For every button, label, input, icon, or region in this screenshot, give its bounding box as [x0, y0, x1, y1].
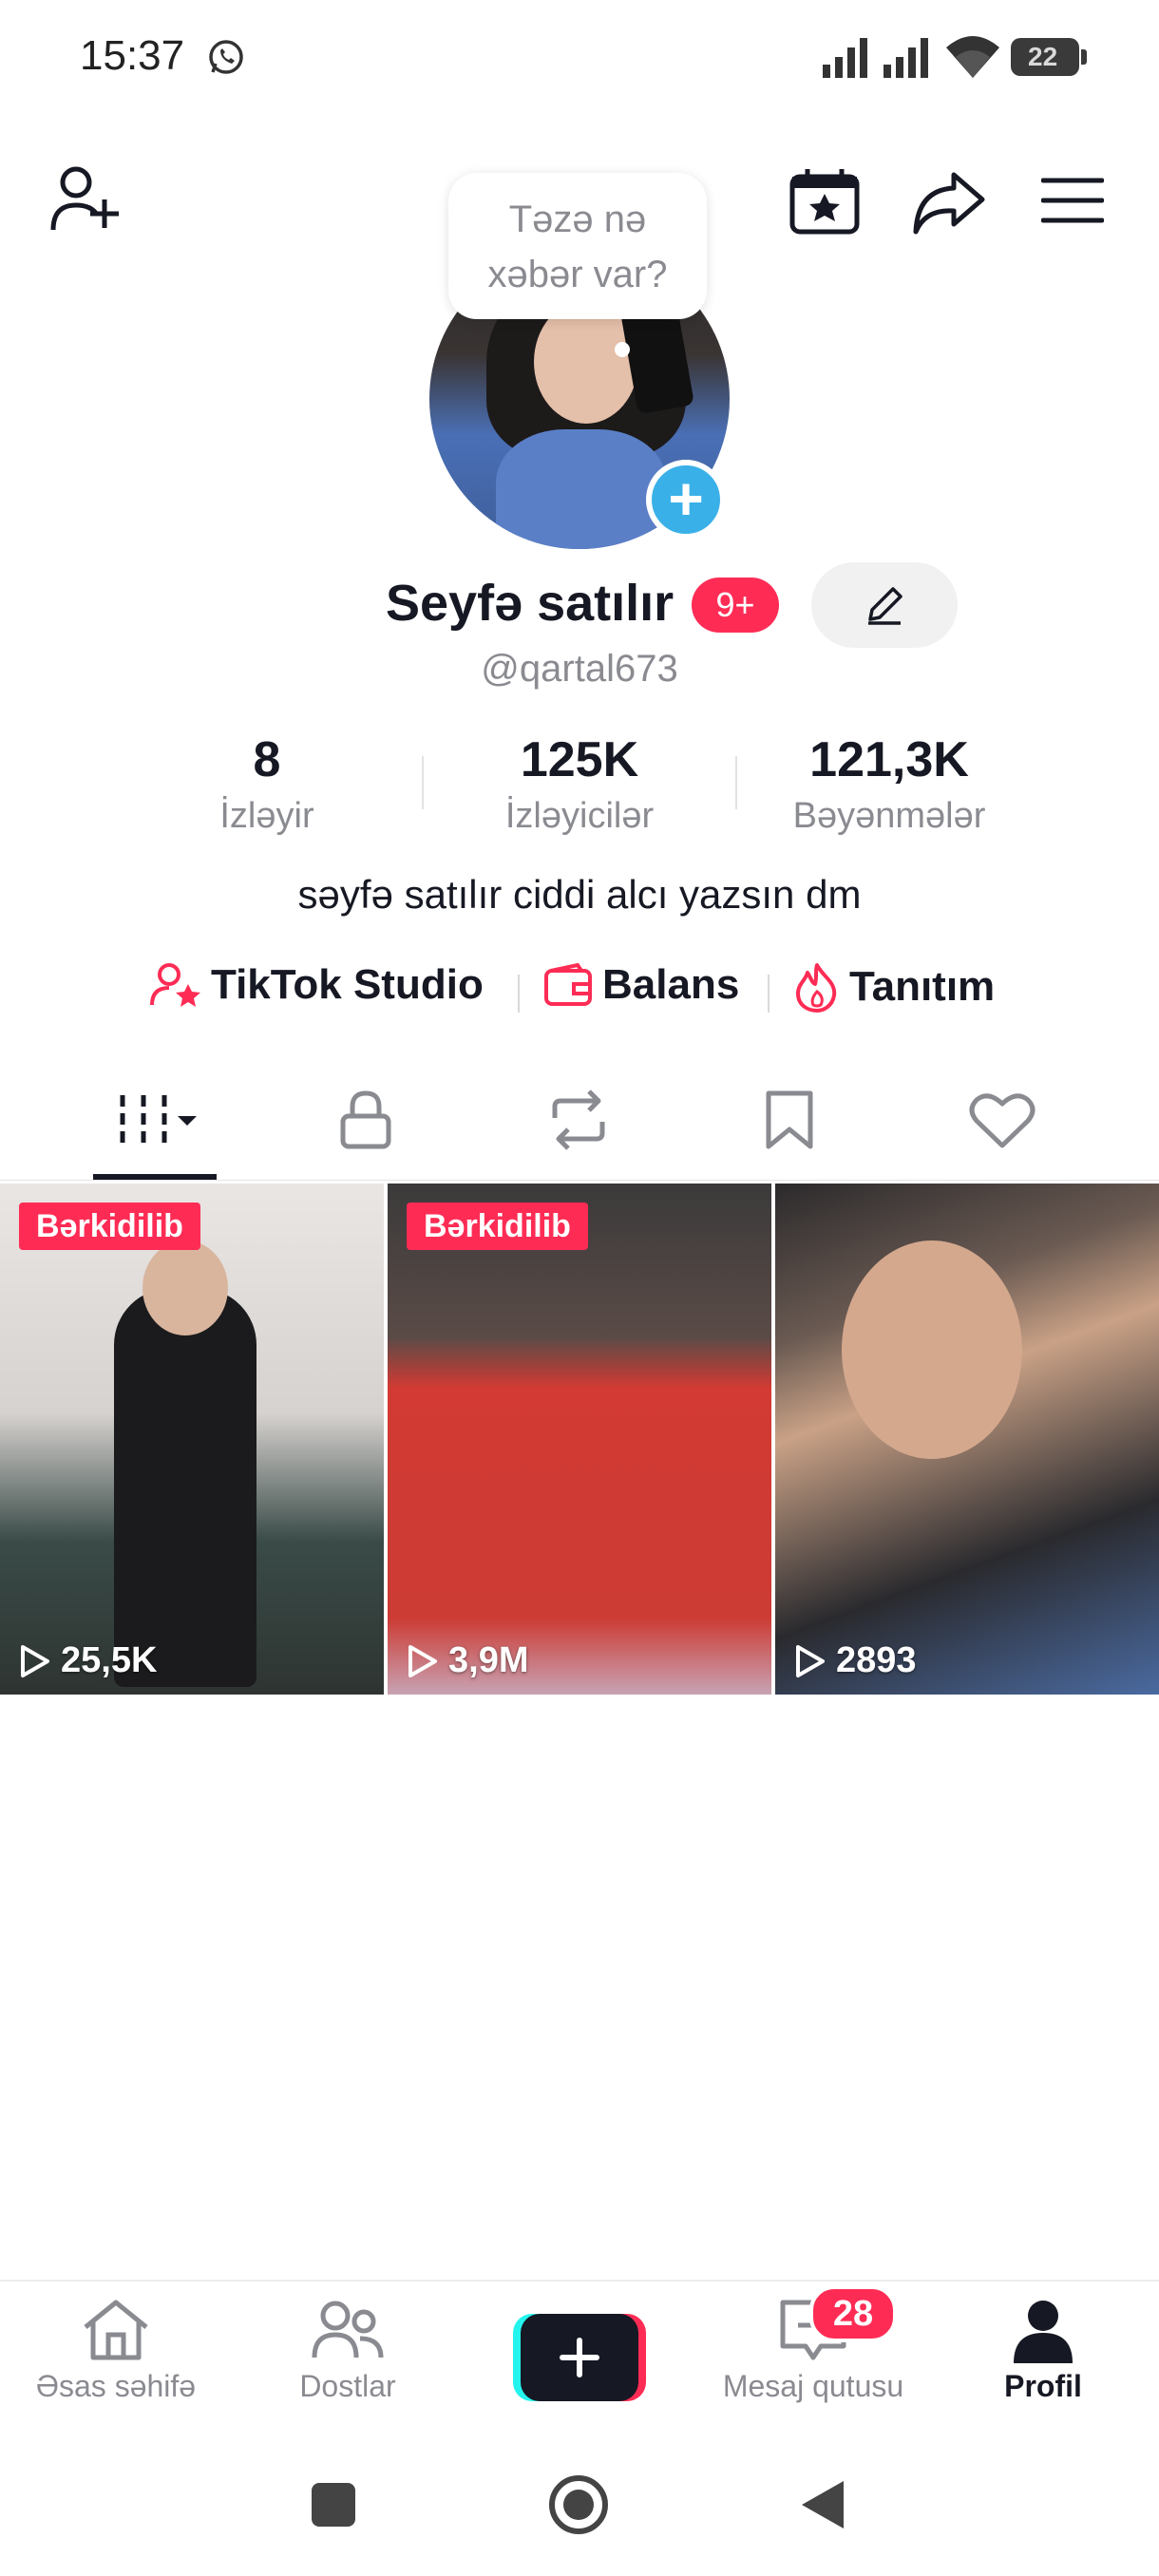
wifi-icon	[946, 36, 999, 78]
video-thumbnail[interactable]: Bərkidilib 3,9M	[388, 1184, 771, 1695]
play-icon	[796, 1644, 825, 1677]
stat-followers[interactable]: 125K İzləyicilər	[437, 731, 722, 837]
share-icon[interactable]	[912, 169, 986, 236]
nav-friends[interactable]: Dostlar	[234, 2297, 462, 2404]
stat-label: Bəyənmələr	[792, 796, 986, 836]
tab-reposts[interactable]	[477, 1079, 680, 1161]
person-star-icon	[150, 963, 200, 1007]
nav-label: Mesaj qutusu	[722, 2369, 904, 2403]
divider	[735, 756, 737, 809]
nav-label: Dostlar	[299, 2369, 396, 2403]
stat-label: İzləyicilər	[504, 796, 655, 836]
home-icon	[84, 2300, 148, 2360]
nav-profile[interactable]: Profil	[929, 2297, 1157, 2404]
whats-new-bubble[interactable]: Təzə nə xəbər var?	[448, 173, 707, 319]
stat-value: 125K	[520, 732, 639, 787]
divider	[0, 2280, 1159, 2282]
bubble-line1: Təzə nə	[508, 199, 647, 240]
stat-value: 121,3K	[809, 732, 969, 787]
battery-level: 22	[1028, 42, 1058, 71]
wallet-icon	[544, 963, 592, 1006]
stat-label: İzləyir	[219, 796, 314, 836]
recent-apps-button[interactable]	[310, 2481, 357, 2529]
divider	[0, 1180, 1159, 1181]
tool-label: Tanıtım	[849, 963, 996, 1010]
view-count-text: 25,5K	[61, 1640, 158, 1680]
signal-icon	[823, 38, 874, 78]
stat-likes[interactable]: 121,3K Bəyənmələr	[747, 731, 1032, 837]
view-count: 25,5K	[19, 1640, 157, 1681]
whatsapp-icon	[207, 38, 245, 76]
repost-icon	[552, 1089, 605, 1150]
heart-icon	[969, 1093, 1036, 1148]
edit-profile-button[interactable]	[811, 562, 958, 648]
tab-liked[interactable]	[901, 1079, 1104, 1161]
lock-icon	[340, 1090, 391, 1149]
tab-favorites[interactable]	[688, 1079, 891, 1161]
promote-link[interactable]: Tanıtım	[794, 961, 995, 1013]
balance-link[interactable]: Balans	[543, 961, 739, 1009]
nav-home[interactable]: Əsas səhifə	[2, 2297, 230, 2404]
inbox-badge: 28	[809, 2285, 897, 2342]
pencil-icon	[868, 587, 902, 625]
tab-private[interactable]	[264, 1079, 467, 1161]
pinned-badge: Bərkidilib	[19, 1203, 200, 1250]
nav-label: Əsas səhifə	[35, 2369, 197, 2403]
profile-icon	[1014, 2301, 1073, 2363]
signal-icon	[884, 38, 935, 78]
tool-label: Balans	[602, 961, 740, 1008]
bubble-line2: xəbər var?	[487, 254, 668, 295]
video-thumbnail[interactable]: Bərkidilib 25,5K	[0, 1184, 384, 1695]
video-thumbnail[interactable]: 2893	[775, 1184, 1159, 1695]
play-icon	[21, 1644, 49, 1677]
tool-label: TikTok Studio	[211, 961, 484, 1008]
profile-name: Seyfə satılır	[386, 575, 674, 632]
divider	[422, 756, 424, 809]
bubble-tail	[615, 342, 630, 357]
pinned-badge: Bərkidilib	[407, 1203, 588, 1250]
menu-icon[interactable]	[1041, 177, 1104, 224]
divider	[518, 975, 520, 1013]
divider	[768, 975, 770, 1013]
stat-following[interactable]: 8 İzləyir	[124, 731, 409, 837]
add-friend-icon[interactable]	[49, 161, 124, 236]
view-count: 3,9M	[407, 1640, 528, 1681]
friends-icon	[312, 2301, 384, 2358]
add-story-button[interactable]: +	[646, 460, 726, 540]
battery-icon: 22	[1011, 38, 1087, 76]
home-button[interactable]	[547, 2473, 610, 2536]
calendar-star-icon[interactable]	[788, 167, 861, 236]
notification-badge[interactable]: 9+	[692, 578, 779, 633]
view-count-text: 3,9M	[448, 1640, 529, 1680]
bookmark-icon	[766, 1090, 813, 1149]
play-icon	[408, 1644, 437, 1677]
view-count: 2893	[794, 1640, 917, 1681]
status-time: 15:37	[80, 32, 185, 79]
stat-value: 8	[253, 732, 281, 787]
tiktok-studio-link[interactable]: TikTok Studio	[150, 961, 484, 1009]
grid-icon	[120, 1095, 197, 1145]
create-icon	[513, 2314, 646, 2401]
bio: səyfə satılır ciddi alcı yazsın dm	[297, 872, 862, 917]
create-button[interactable]	[513, 2314, 646, 2401]
view-count-text: 2893	[836, 1640, 917, 1680]
flame-icon	[796, 963, 837, 1013]
back-button[interactable]	[796, 2477, 847, 2532]
tab-videos[interactable]	[53, 1079, 256, 1161]
nav-label: Profil	[1004, 2369, 1082, 2403]
username: @qartal673	[481, 648, 678, 690]
